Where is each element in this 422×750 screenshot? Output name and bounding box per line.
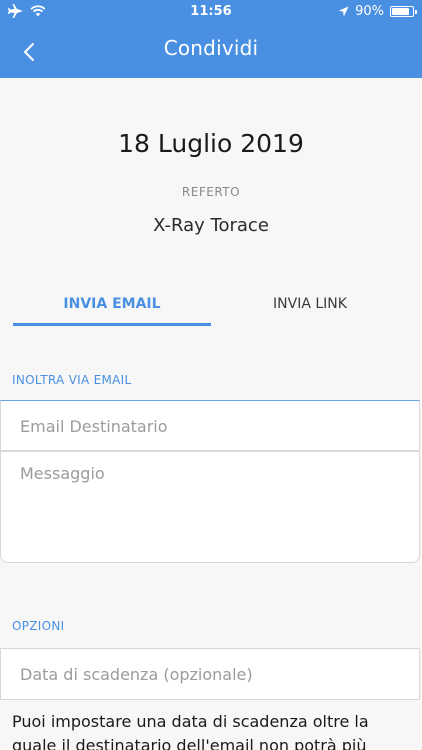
expiry-info-text: Puoi impostare una data di scadenza oltr… — [12, 712, 369, 750]
app-header: 11:56 90% Condividi — [0, 0, 422, 78]
active-tab-indicator — [13, 323, 211, 326]
recipient-email-input[interactable]: Email Destinatario — [0, 400, 420, 451]
status-bar: 11:56 90% — [0, 0, 422, 24]
page-title: Condividi — [163, 36, 259, 60]
battery-percent: 90% — [355, 4, 384, 19]
battery-level — [392, 8, 409, 15]
location-arrow-icon — [338, 6, 349, 17]
share-screen: 11:56 90% Condividi 18 Luglio 2019 REFER… — [0, 0, 422, 750]
report-date: 18 Luglio 2019 — [118, 129, 304, 158]
expiry-date-input[interactable]: Data di scadenza (opzionale) — [0, 648, 420, 700]
tab-send-email[interactable]: INVIA EMAIL — [13, 282, 211, 326]
options-section-label: OPZIONI — [12, 619, 65, 633]
message-textarea[interactable]: Messaggio — [0, 451, 420, 563]
share-tabs: INVIA EMAIL INVIA LINK — [0, 282, 422, 330]
tab-send-link[interactable]: INVIA LINK — [211, 282, 409, 326]
battery-icon — [390, 6, 417, 17]
status-right: 90% — [338, 4, 417, 19]
report-label: REFERTO — [181, 185, 241, 199]
report-name: X-Ray Torace — [153, 215, 269, 236]
email-section-label: INOLTRA VIA EMAIL — [12, 373, 132, 387]
